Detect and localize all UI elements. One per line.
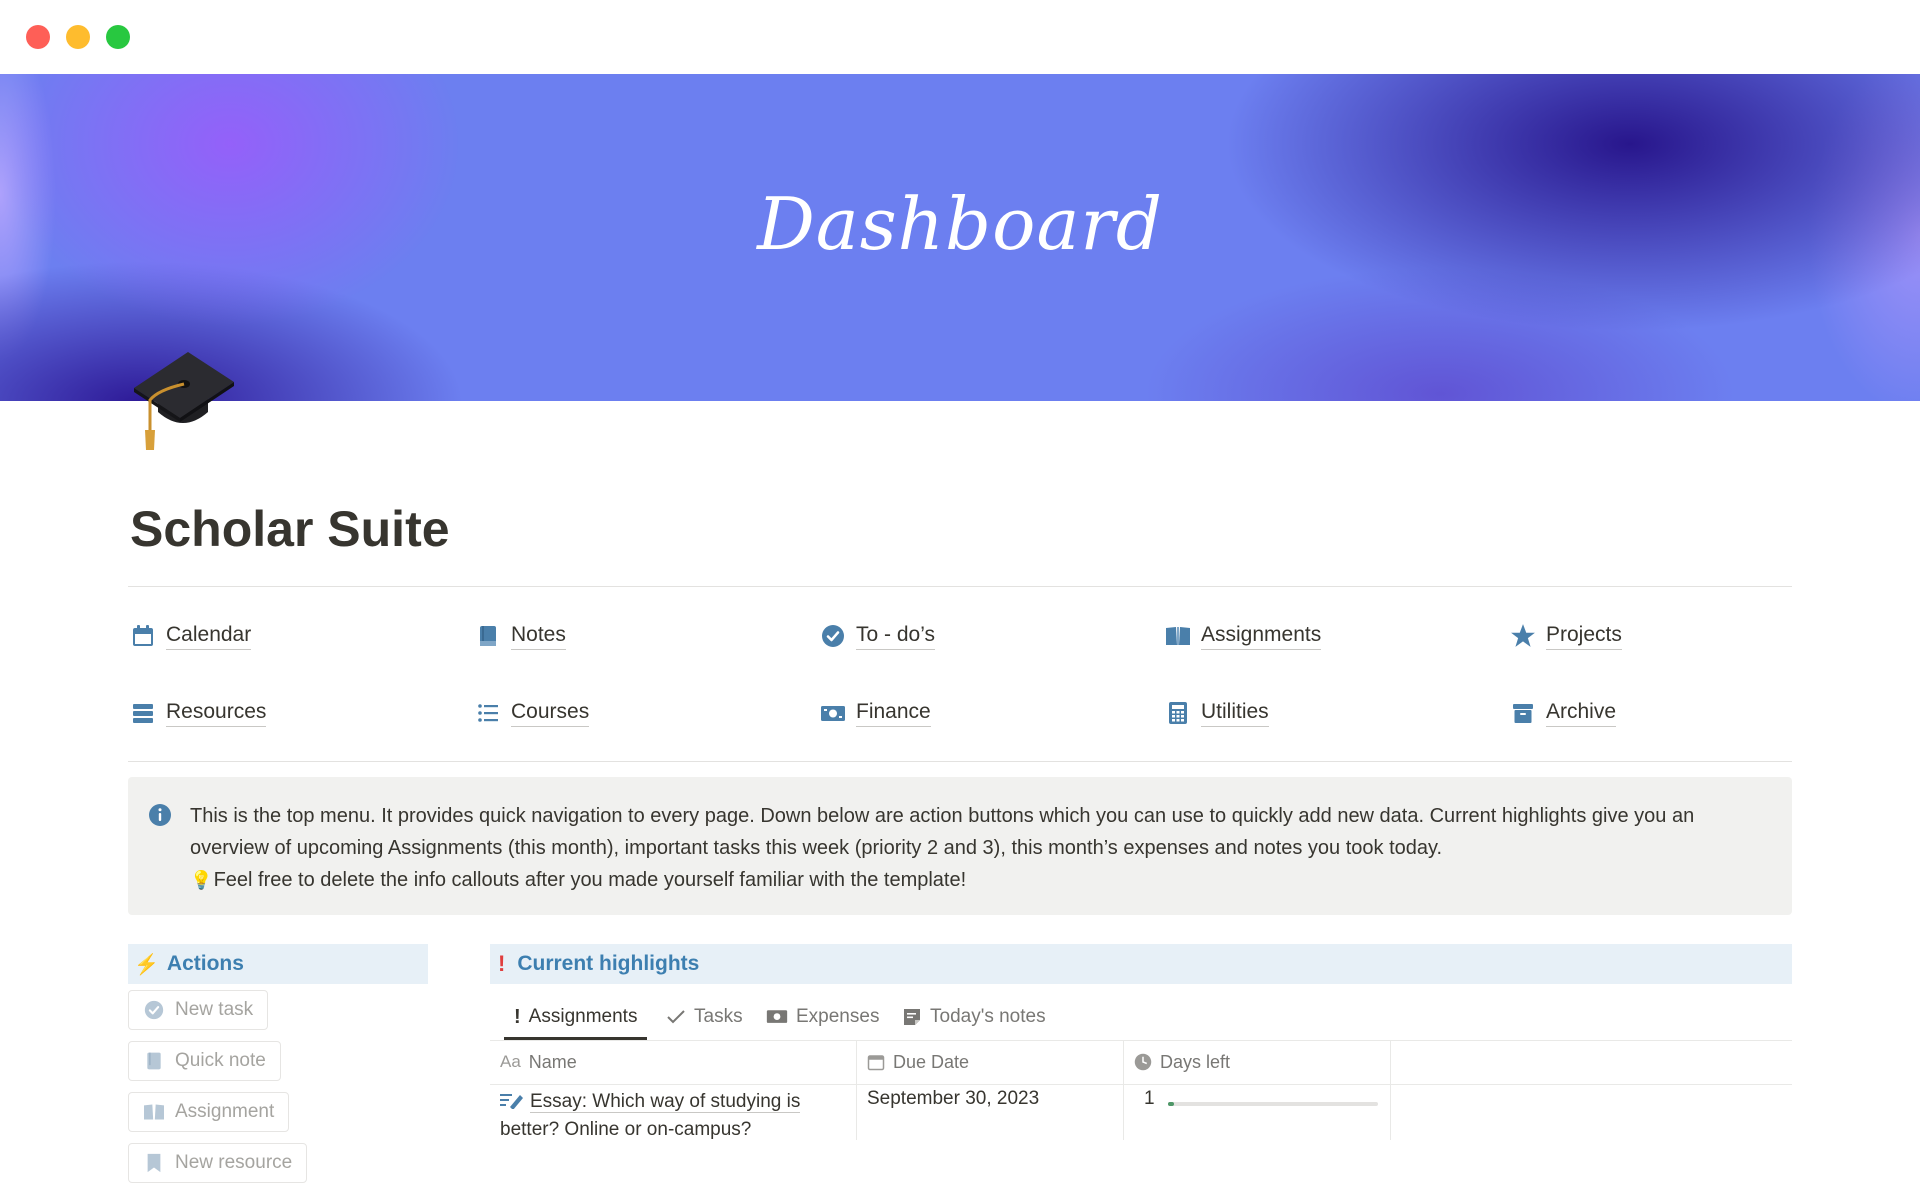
close-window-button[interactable]: [26, 25, 50, 49]
tab-label: Assignments: [528, 1006, 638, 1027]
new-resource-button[interactable]: New resource: [128, 1143, 308, 1183]
column-divider: [856, 1040, 857, 1140]
column-label: Due Date: [893, 1051, 970, 1072]
actions-title: Actions: [166, 952, 244, 975]
callout-text: This is the top menu. It provides quick …: [190, 800, 1770, 896]
exclamation-icon: !: [514, 1005, 521, 1028]
nav-label: Courses: [511, 699, 590, 727]
bookmark-icon: [143, 1152, 165, 1174]
essay-icon: [500, 1094, 523, 1110]
button-label: New resource: [175, 1152, 293, 1173]
tab-label: Today's notes: [930, 1006, 1046, 1027]
open-book-icon: [1163, 621, 1193, 651]
tab-todays-notes[interactable]: Today's notes: [902, 995, 1046, 1039]
check-circle-icon: [143, 999, 165, 1021]
highlights-heading: ! Current highlights: [490, 944, 1792, 984]
checkmark-icon: [666, 1007, 686, 1027]
quick-note-button[interactable]: Quick note: [128, 1041, 281, 1081]
column-label: Days left: [1160, 1051, 1231, 1072]
highlights-title: Current highlights: [517, 952, 700, 975]
nav-calendar[interactable]: Calendar: [128, 616, 252, 656]
days-left-progress-bar: [1168, 1102, 1378, 1106]
nav-projects[interactable]: Projects: [1508, 616, 1622, 656]
column-days-left[interactable]: Days left: [1124, 1040, 1391, 1084]
row-title: Essay: Which way of studying is better? …: [500, 1091, 801, 1140]
nav-resources[interactable]: Resources: [128, 693, 267, 733]
nav-label: Calendar: [166, 622, 252, 650]
calendar-icon: [128, 621, 158, 651]
archive-icon: [1508, 698, 1538, 728]
column-divider: [1390, 1040, 1391, 1140]
calculator-icon: [1163, 698, 1193, 728]
page-title[interactable]: Scholar Suite: [130, 500, 450, 558]
callout-line-1: This is the top menu. It provides quick …: [190, 805, 1695, 859]
table-row-name[interactable]: Essay: Which way of studying is better? …: [500, 1088, 830, 1140]
tab-label: Tasks: [694, 1006, 743, 1027]
button-label: Quick note: [175, 1050, 266, 1071]
cover-image: Dashboard: [0, 74, 1920, 401]
nav-label: Projects: [1546, 622, 1622, 650]
info-callout: This is the top menu. It provides quick …: [128, 777, 1792, 915]
nav-label: Archive: [1546, 699, 1617, 727]
nav-utilities[interactable]: Utilities: [1163, 693, 1269, 733]
highlights-tabs: ! Assignments Tasks Expenses Today's not…: [490, 995, 1792, 1041]
money-icon: [818, 698, 848, 728]
calendar-icon: [867, 1053, 885, 1071]
column-divider: [1123, 1040, 1124, 1140]
button-label: Assignment: [175, 1101, 275, 1122]
info-icon: [149, 804, 171, 826]
button-label: New task: [175, 999, 254, 1020]
graduation-cap-icon[interactable]: [128, 346, 238, 452]
nav-notes[interactable]: Notes: [473, 616, 566, 656]
assignment-button[interactable]: Assignment: [128, 1092, 290, 1132]
money-icon: [766, 1008, 788, 1026]
days-left-progress-fill: [1168, 1102, 1174, 1106]
tab-label: Expenses: [796, 1006, 880, 1027]
window-titlebar: [0, 0, 1920, 74]
tab-tasks[interactable]: Tasks: [666, 995, 743, 1039]
divider: [128, 586, 1792, 587]
table-cell-days-left: 1: [1144, 1088, 1155, 1109]
star-icon: [1508, 621, 1538, 651]
open-book-icon: [143, 1101, 165, 1123]
tab-assignments[interactable]: ! Assignments: [504, 995, 648, 1040]
nav-courses[interactable]: Courses: [473, 693, 590, 733]
check-circle-icon: [818, 621, 848, 651]
cover-title: Dashboard: [757, 182, 1163, 266]
text-property-icon: Aa: [500, 1052, 521, 1071]
column-due-date[interactable]: Due Date: [857, 1040, 1124, 1084]
actions-heading: ⚡ Actions: [128, 944, 428, 984]
nav-todos[interactable]: To - do’s: [818, 616, 935, 656]
nav-label: Finance: [856, 699, 931, 727]
clock-icon: [1134, 1053, 1152, 1071]
lightning-icon: ⚡: [134, 953, 159, 976]
nav-label: Notes: [511, 622, 566, 650]
note-icon: [902, 1007, 922, 1027]
nav-label: Assignments: [1201, 622, 1322, 650]
light-bulb-icon: 💡: [190, 870, 213, 890]
stack-icon: [128, 698, 158, 728]
callout-line-2: Feel free to delete the info callouts af…: [213, 869, 967, 891]
notebook-icon: [143, 1050, 165, 1072]
list-icon: [473, 698, 503, 728]
column-name[interactable]: Aa Name: [490, 1040, 857, 1084]
notebook-icon: [473, 621, 503, 651]
column-label: Name: [528, 1051, 577, 1072]
nav-label: Utilities: [1201, 699, 1269, 727]
nav-archive[interactable]: Archive: [1508, 693, 1617, 733]
zoom-window-button[interactable]: [106, 25, 130, 49]
tab-expenses[interactable]: Expenses: [766, 995, 879, 1039]
minimize-window-button[interactable]: [66, 25, 90, 49]
nav-assignments[interactable]: Assignments: [1163, 616, 1322, 656]
divider: [128, 761, 1792, 762]
exclamation-icon: !: [498, 951, 506, 976]
nav-label: To - do’s: [856, 622, 935, 650]
nav-finance[interactable]: Finance: [818, 693, 931, 733]
nav-label: Resources: [166, 699, 267, 727]
new-task-button[interactable]: New task: [128, 990, 269, 1030]
table-cell-due-date: September 30, 2023: [867, 1088, 1040, 1109]
